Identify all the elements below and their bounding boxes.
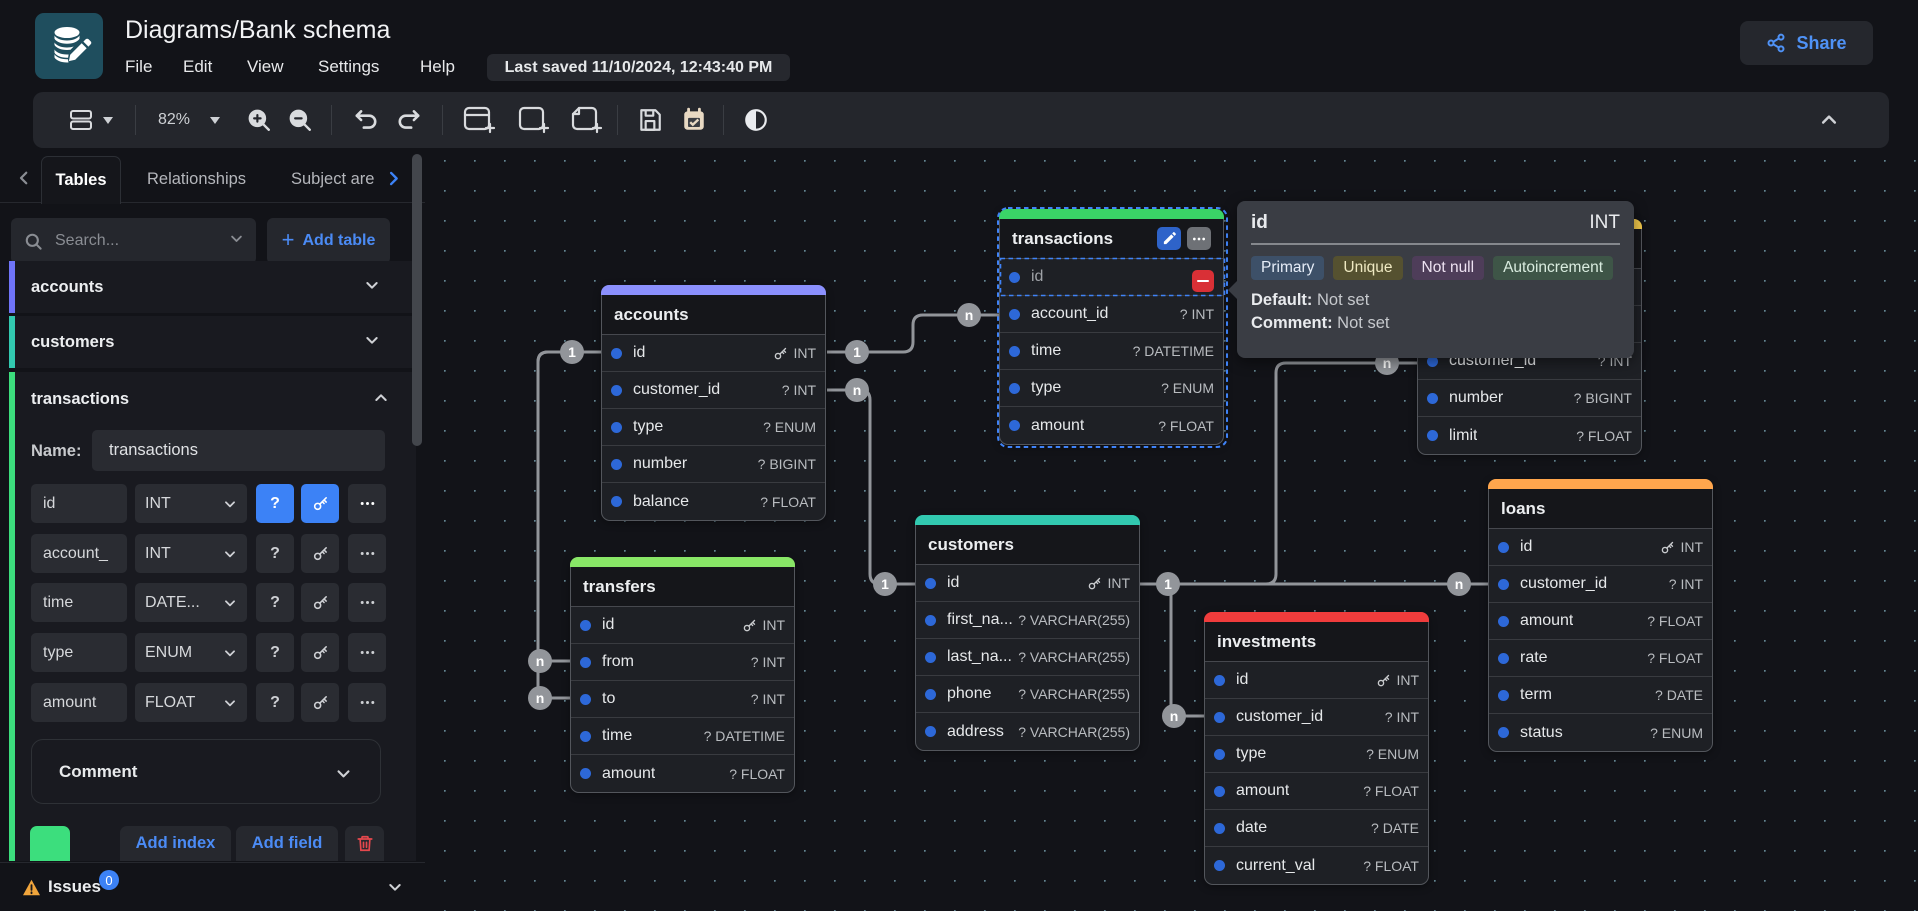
svg-text:n: n — [536, 653, 545, 669]
svg-text:n: n — [965, 307, 974, 323]
svg-text:1: 1 — [853, 344, 861, 360]
svg-text:1: 1 — [881, 576, 889, 592]
svg-text:n: n — [853, 382, 862, 398]
svg-text:n: n — [1455, 576, 1464, 592]
svg-text:n: n — [1170, 708, 1179, 724]
svg-text:n: n — [536, 690, 545, 706]
svg-text:1: 1 — [568, 344, 576, 360]
svg-text:1: 1 — [1164, 576, 1172, 592]
